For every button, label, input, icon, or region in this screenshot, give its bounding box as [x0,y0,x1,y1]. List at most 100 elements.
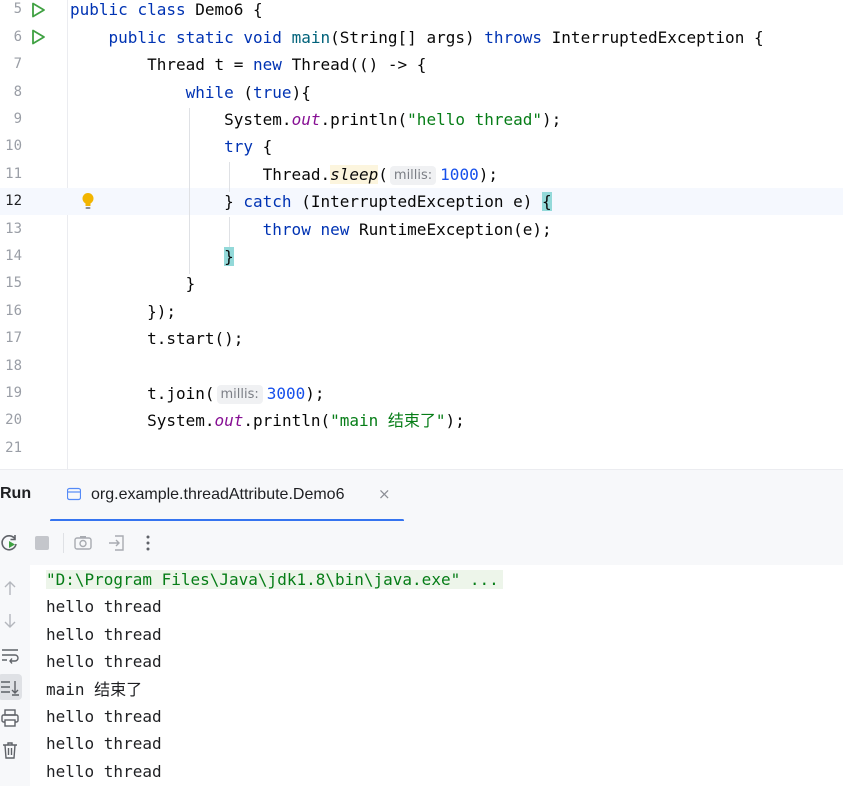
code-token: System. [70,411,215,431]
code-line[interactable]: 12 } catch (InterruptedException e) { [0,188,843,216]
parameter-hint: millis: [216,384,263,404]
exit-icon[interactable] [107,533,127,553]
camera-icon[interactable] [73,533,93,553]
code-text[interactable]: }); [70,298,176,325]
code-token: try [224,137,254,157]
line-number: 7 [13,56,22,73]
line-number: 20 [5,412,22,429]
code-text[interactable]: t.join(millis: 3000); [70,380,325,407]
code-token: out [214,411,244,431]
code-text[interactable]: throw new RuntimeException(e); [70,216,552,243]
console-line: hello thread [46,730,162,757]
code-text[interactable]: Thread t = new Thread(() -> { [70,51,426,78]
line-number: 5 [13,1,22,18]
arrow-down-icon[interactable] [0,611,20,631]
code-token: ( [378,164,388,184]
console-output-line: hello thread [46,624,162,644]
code-text[interactable]: public static void main(String[] args) t… [70,24,764,51]
code-text[interactable]: } [70,243,234,270]
code-text[interactable]: Thread.sleep(millis: 1000); [70,161,498,188]
code-text[interactable]: } [70,270,196,297]
code-line[interactable]: 13 throw new RuntimeException(e); [0,216,843,243]
file-tab-icon [67,487,81,501]
line-number: 16 [5,302,22,319]
scroll-to-end-icon[interactable] [0,674,22,700]
console-output-line: hello thread [46,707,162,726]
code-token: catch [243,192,292,212]
code-line[interactable]: 6 public static void main(String[] args)… [0,24,843,51]
code-token: ){ [291,82,311,102]
code-token: static [175,27,234,47]
code-editor[interactable]: 5 public class Demo6 {6 public static voi… [0,0,843,469]
code-token: t.join( [70,383,215,403]
rerun-icon[interactable] [0,533,20,553]
code-token: } [70,192,244,212]
code-line[interactable]: 21 [0,435,843,462]
line-number: 8 [13,83,22,100]
line-number: 19 [5,384,22,401]
line-number: 14 [5,247,22,264]
indent-guide [229,217,230,247]
code-text[interactable]: while (true){ [70,79,311,106]
stop-icon[interactable] [32,533,52,553]
print-icon[interactable] [0,708,20,728]
code-token: } [224,246,234,266]
run-config-tab[interactable]: org.example.threadAttribute.Demo6 × [50,470,404,522]
line-number: 9 [13,110,22,127]
code-token: (String[] args) [330,27,485,47]
code-line[interactable]: 17 t.start(); [0,325,843,352]
code-text[interactable]: System.out.println("hello thread"); [70,106,561,133]
code-text[interactable]: public class Demo6 { [70,0,263,24]
code-token: throws [484,27,543,47]
code-token: ); [542,109,562,129]
close-icon[interactable]: × [378,485,391,503]
code-token: ); [445,411,465,431]
code-line[interactable]: 16 }); [0,298,843,325]
more-options-icon[interactable] [138,533,158,553]
code-line[interactable]: 14 } [0,243,843,270]
trash-icon[interactable] [0,740,20,760]
code-line[interactable]: 9 System.out.println("hello thread"); [0,106,843,133]
code-line[interactable]: 5 public class Demo6 { [0,0,843,24]
code-token: } [70,274,196,294]
code-token: .println( [243,411,331,431]
code-line[interactable]: 7 Thread t = new Thread(() -> { [0,51,843,78]
code-line[interactable]: 19 t.join(millis: 3000); [0,380,843,407]
indent-guide [189,108,190,274]
code-text[interactable]: try { [70,133,272,160]
soft-wrap-icon[interactable] [0,645,20,665]
code-token: new [320,219,350,239]
run-gutter-icon[interactable] [30,2,46,18]
parameter-hint: millis: [389,165,437,185]
run-gutter-icon[interactable] [30,29,46,45]
code-token: sleep [330,164,379,184]
code-line[interactable]: 18 [0,353,843,380]
code-line[interactable]: 15 } [0,270,843,297]
console-line: hello thread [46,621,162,648]
code-line[interactable]: 11 Thread.sleep(millis: 1000); [0,161,843,188]
console-output-line: hello thread [46,734,162,754]
arrow-up-icon[interactable] [0,578,20,598]
run-title: Run [0,485,32,502]
console-output[interactable]: "D:\Program Files\Java\jdk1.8\bin\java.e… [0,565,843,786]
code-token: public [70,0,128,20]
code-token: throw [262,219,311,239]
code-line[interactable]: 8 while (true){ [0,79,843,106]
code-token: "main 结束了" [330,411,446,431]
console-output-line: hello thread [46,652,162,672]
indent-guide [229,162,230,192]
code-text[interactable]: t.start(); [70,325,243,352]
code-line[interactable]: 20 System.out.println("main 结束了"); [0,407,843,434]
lightbulb-icon[interactable] [80,192,96,210]
code-line[interactable]: 10 try { [0,133,843,160]
code-token: void [243,27,282,47]
code-token: 3000 [266,383,306,403]
code-token: .println( [320,109,408,129]
code-text[interactable]: } catch (InterruptedException e) { [70,188,552,215]
code-token: true [253,82,292,102]
code-text[interactable]: System.out.println("main 结束了"); [70,407,465,434]
